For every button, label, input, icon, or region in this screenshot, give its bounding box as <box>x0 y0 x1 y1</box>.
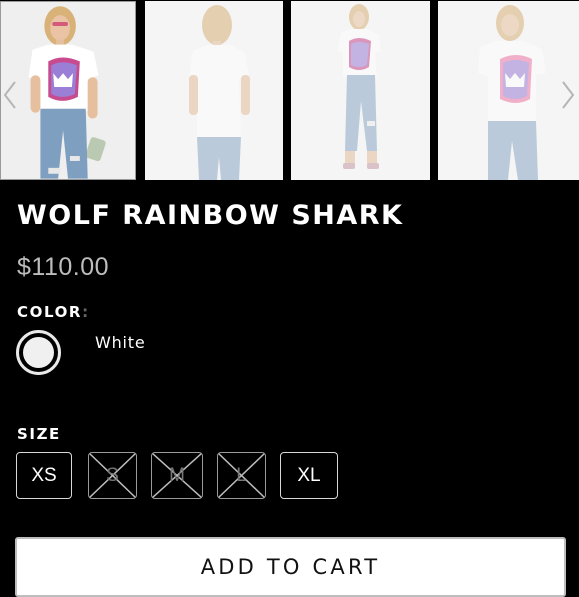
size-option-label: L <box>236 464 247 486</box>
selected-color-name: White <box>95 333 146 352</box>
color-swatch-fill <box>23 337 54 368</box>
product-thumbnail-3[interactable] <box>291 1 430 180</box>
product-thumbnail-1[interactable] <box>0 1 136 180</box>
size-option-xs[interactable]: XS <box>16 452 72 499</box>
size-option-label: XL <box>297 464 321 486</box>
color-label-text: COLOR <box>17 303 83 321</box>
carousel-next-button[interactable] <box>558 78 578 112</box>
color-label: COLOR: <box>17 303 88 321</box>
color-swatch-white[interactable] <box>16 330 61 375</box>
chevron-left-icon <box>3 81 16 109</box>
size-option-label: M <box>169 464 185 486</box>
size-option-l[interactable]: L <box>217 452 266 499</box>
size-option-label: S <box>106 464 119 486</box>
model-front-full-image <box>291 1 430 180</box>
product-price: $110.00 <box>17 253 110 281</box>
product-title: WOLF RAINBOW SHARK <box>17 200 404 231</box>
color-label-colon: : <box>82 303 89 321</box>
chevron-right-icon <box>562 81 575 109</box>
size-option-s[interactable]: S <box>88 452 137 499</box>
product-image-carousel <box>0 0 579 182</box>
model-front-image <box>1 2 135 179</box>
size-option-label: XS <box>31 464 57 486</box>
carousel-prev-button[interactable] <box>0 78 20 112</box>
size-label: SIZE <box>17 425 61 443</box>
size-option-xl[interactable]: XL <box>280 452 338 499</box>
model-back-image <box>145 1 283 180</box>
product-thumbnail-2[interactable] <box>145 1 283 180</box>
add-to-cart-button[interactable]: ADD TO CART <box>15 537 566 597</box>
size-option-m[interactable]: M <box>151 452 203 499</box>
